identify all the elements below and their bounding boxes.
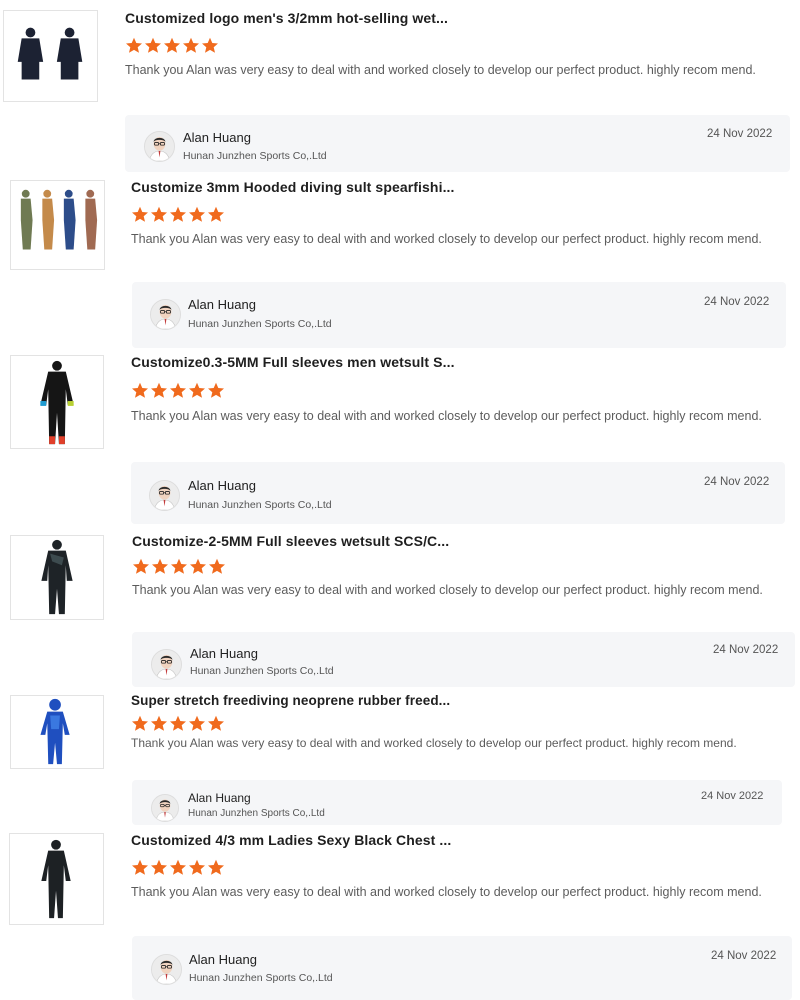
reply-date: 24 Nov 2022: [711, 950, 777, 962]
star-icon: [169, 859, 187, 876]
review-card: Customized 4/3 mm Ladies Sexy Black Ches…: [0, 0, 800, 1000]
avatar: [151, 954, 182, 985]
product-title[interactable]: Customized 4/3 mm Ladies Sexy Black Ches…: [131, 832, 451, 848]
product-thumbnail[interactable]: [9, 833, 104, 925]
seller-reply: Alan Huang Hunan Junzhen Sports Co,.Ltd …: [132, 936, 792, 1000]
star-icon: [207, 859, 225, 876]
star-icon: [131, 859, 149, 876]
star-icon: [150, 859, 168, 876]
star-icon: [188, 859, 206, 876]
star-rating: [131, 859, 225, 876]
review-text: Thank you Alan was very easy to deal wit…: [131, 885, 762, 899]
reply-company: Hunan Junzhen Sports Co,.Ltd: [189, 972, 333, 984]
reply-author: Alan Huang: [189, 952, 257, 967]
